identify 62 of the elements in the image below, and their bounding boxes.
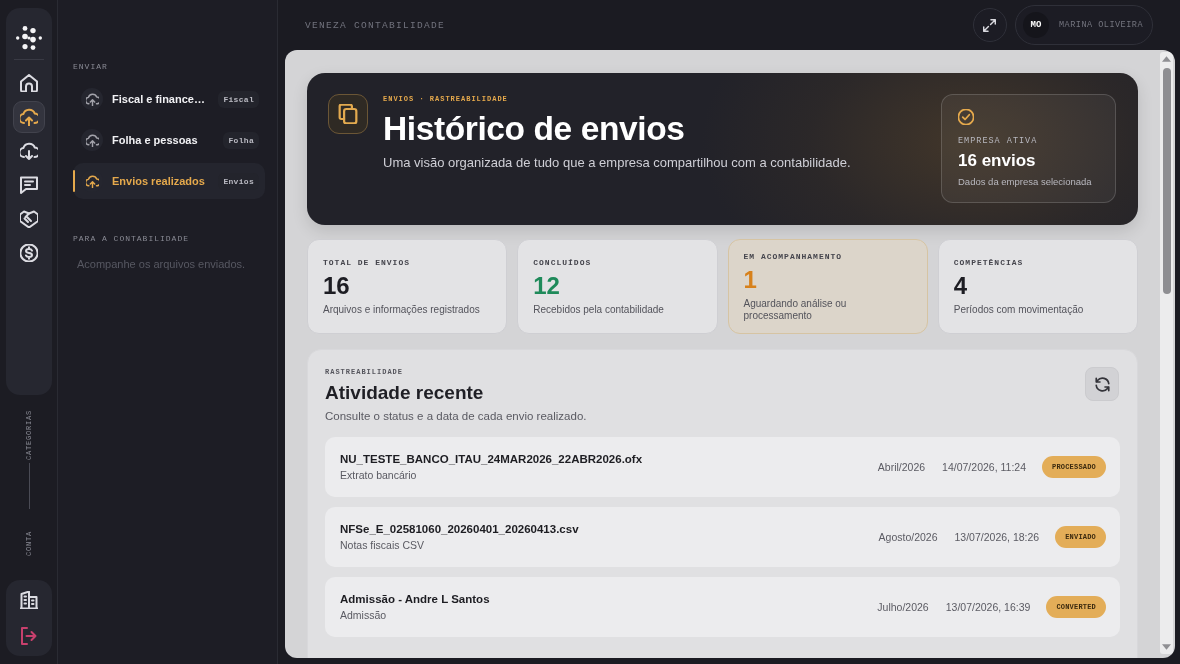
stat-label: TOTAL DE ENVIOS — [323, 257, 411, 268]
stat-note: Períodos com movimentação — [953, 303, 1085, 316]
rail-nav-button[interactable] — [13, 101, 45, 133]
page-subtitle: Uma visão organizada de tudo que a empresa compartilhou com a contabilidade. — [383, 155, 852, 171]
stat-note: Aguardando análise ou processamento — [743, 297, 848, 322]
sent-date: 13/07/2026, 16:39 — [945, 601, 1031, 613]
section-heading: ENVIAR — [73, 62, 109, 72]
stat-note: Recebidos pela contabilidade — [533, 303, 665, 316]
stat-label: COMPETÊNCIAS — [953, 257, 1025, 268]
cloud-upload-icon — [81, 88, 103, 110]
page-title: Histórico de envios — [383, 110, 686, 148]
period-text: Abril/2026 — [877, 461, 926, 473]
building-icon — [20, 591, 38, 609]
house-icon — [20, 74, 38, 92]
company-name: VENEZA CONTABILIDADE — [305, 19, 446, 31]
sidebar-item[interactable]: Fiscal e finance… Fiscal — [73, 81, 265, 117]
scrollbar-thumb[interactable] — [1162, 68, 1171, 294]
stat-note: Arquivos e informações registrados — [323, 303, 481, 316]
stat-value: 1 — [743, 266, 758, 293]
file-name: NFSe_E_02581060_20260401_20260413.csv — [340, 522, 580, 537]
logout-icon — [20, 627, 38, 645]
stat-value: 4 — [953, 272, 969, 299]
stat-label: EM ACOMPANHAMENTO — [743, 251, 844, 262]
sidebar-item[interactable]: Folha e pessoas Folha — [73, 122, 265, 158]
stat-value: 16 — [323, 272, 351, 299]
stat-label: CONCLUÍDOS — [533, 257, 593, 268]
period-text: Agosto/2026 — [878, 531, 938, 543]
scroll-up-arrow-icon[interactable] — [1162, 56, 1171, 62]
file-type: Admissão — [340, 609, 388, 622]
documents-icon — [328, 94, 368, 134]
cloud-upload-icon — [81, 129, 103, 151]
handshake-icon — [20, 210, 38, 228]
section-heading: PARA A CONTABILIDADE — [73, 234, 190, 244]
sent-date: 14/07/2026, 11:24 — [942, 461, 1026, 473]
summary-value: 16 envios — [958, 151, 1037, 171]
dollar-icon — [20, 244, 38, 262]
file-type: Extrato bancário — [340, 469, 418, 482]
logo-icon — [16, 26, 42, 50]
category-badge: Folha — [223, 131, 259, 149]
refresh-icon — [1094, 376, 1110, 392]
summary-label: EMPRESA ATIVA — [958, 135, 1039, 147]
file-name: Admissão - Andre L Santos — [340, 592, 491, 607]
user-menu-button[interactable]: MO MARINA OLIVEIRA — [1015, 5, 1153, 45]
period-text: Julho/2026 — [877, 601, 929, 613]
file-name: NU_TESTE_BANCO_ITAU_24MAR2026_22ABR2026.ofx — [340, 452, 644, 467]
expand-button[interactable] — [973, 8, 1007, 42]
summary-note: Dados da empresa selecionada — [958, 176, 1093, 188]
refresh-button[interactable] — [1085, 367, 1119, 401]
cloud-download-icon — [20, 142, 38, 160]
section-subtitle: Consulte o status e a data de cada envio realizado. — [325, 409, 588, 423]
stat-value: 12 — [533, 272, 561, 299]
chat-icon — [20, 176, 38, 194]
file-type: Notas fiscais CSV — [340, 539, 426, 552]
cloud-upload-icon — [20, 108, 38, 126]
sent-date: 13/07/2026, 18:26 — [954, 531, 1040, 543]
expand-arrows-icon — [983, 18, 997, 32]
scrollbar[interactable] — [1160, 52, 1173, 654]
category-badge: Fiscal — [218, 90, 259, 108]
sidebar-item[interactable]: Envios realizados Envios — [73, 163, 265, 199]
section-title: Atividade recente — [325, 381, 485, 405]
user-avatar: MO — [1023, 12, 1049, 38]
scroll-down-arrow-icon[interactable] — [1162, 644, 1171, 650]
